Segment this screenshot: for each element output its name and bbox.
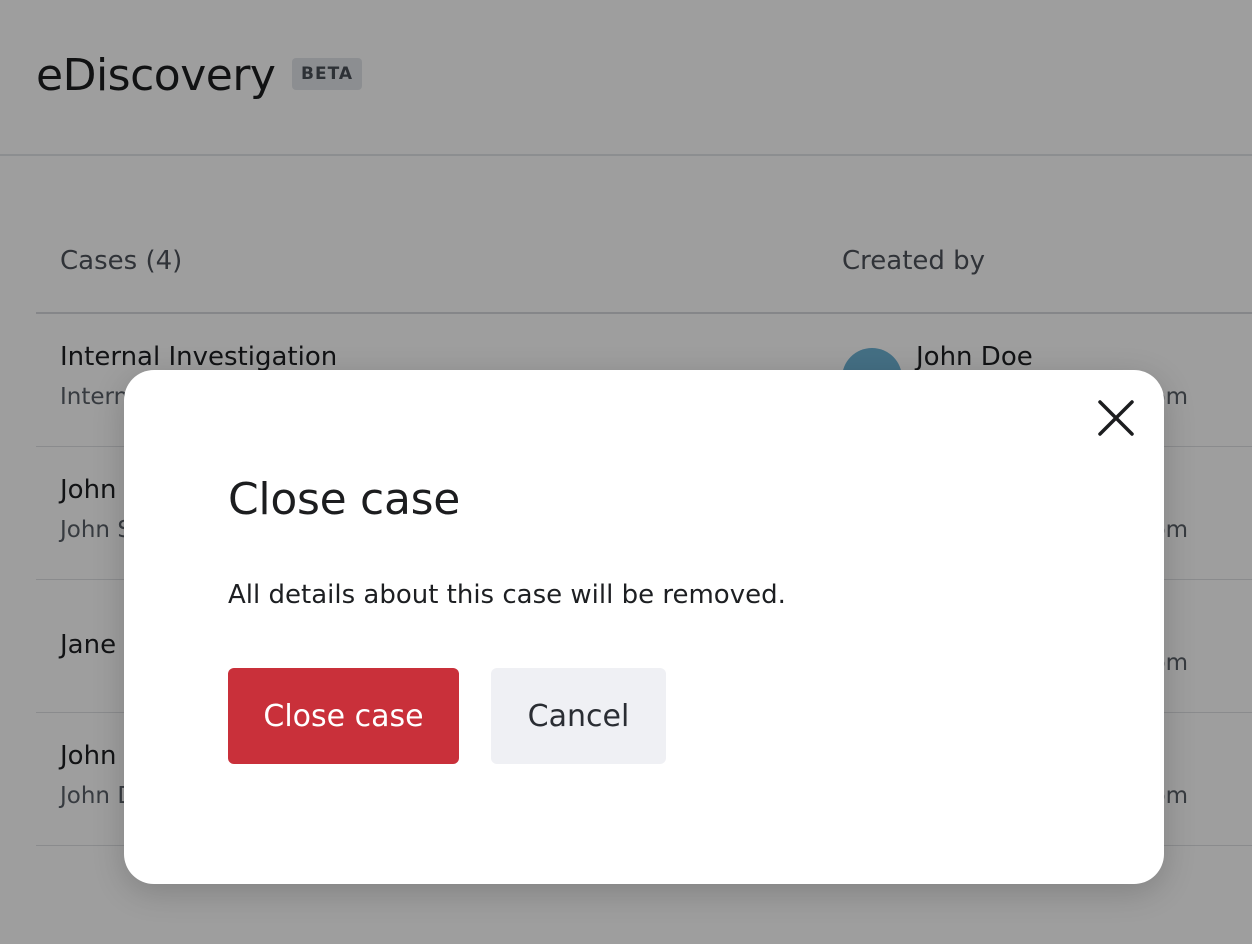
close-case-dialog: Close case All details about this case w…	[124, 370, 1164, 884]
dialog-title: Close case	[228, 474, 460, 525]
dialog-message: All details about this case will be remo…	[228, 580, 786, 610]
close-icon[interactable]	[1094, 396, 1138, 440]
cancel-button[interactable]: Cancel	[491, 668, 666, 764]
ediscovery-page: eDiscovery BETA Cases (4) Created by Int…	[0, 0, 1252, 944]
close-case-button[interactable]: Close case	[228, 668, 459, 764]
